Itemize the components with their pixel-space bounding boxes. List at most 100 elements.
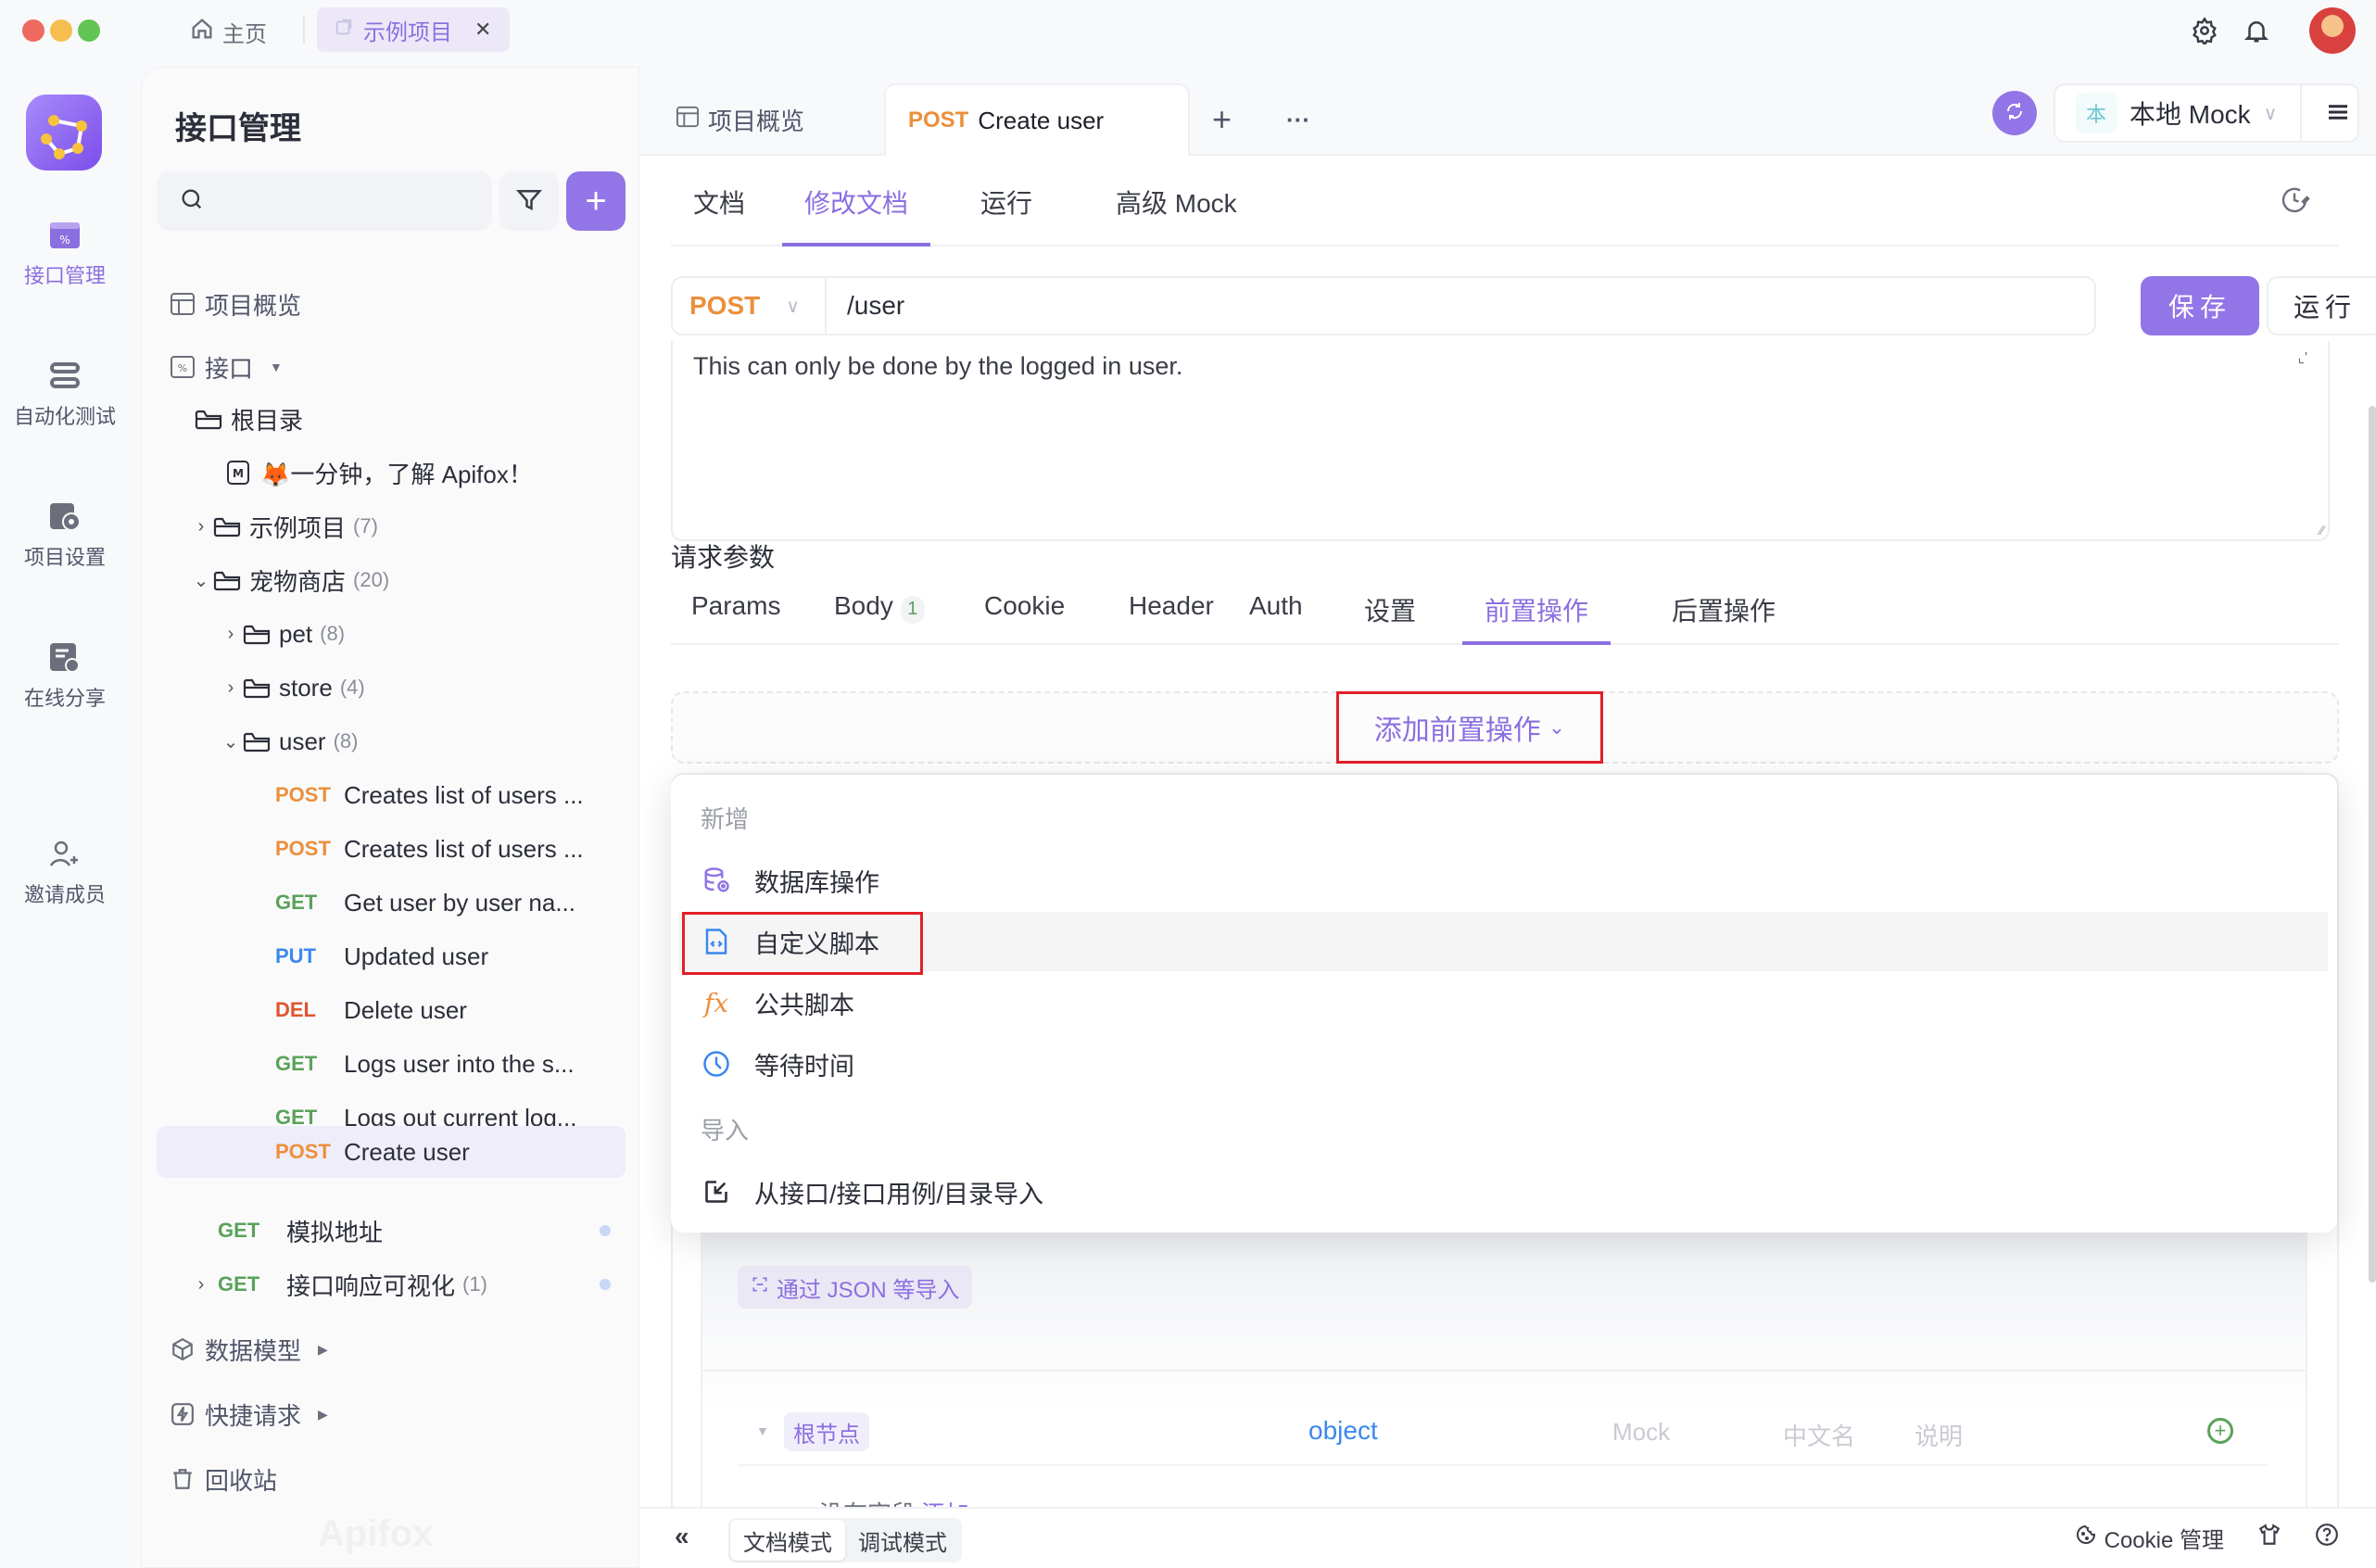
add-new-button[interactable]: + xyxy=(566,171,626,231)
import-json-button[interactable]: 通过 JSON 等导入 xyxy=(738,1266,973,1309)
add-field-icon[interactable]: + xyxy=(2207,1418,2233,1444)
ptab-cookie[interactable]: Cookie xyxy=(984,591,1065,645)
doc-mode-button[interactable]: 文档模式 xyxy=(730,1520,845,1561)
url-path-input[interactable] xyxy=(827,291,2094,321)
ptab-post-processors[interactable]: 后置操作 xyxy=(1672,591,1776,645)
sidebar-item-project-overview[interactable]: 项目概览 xyxy=(157,279,626,329)
endpoint-row-response-viz[interactable]: › GET 接口响应可视化 (1) xyxy=(157,1259,626,1309)
close-tab-icon[interactable]: ✕ xyxy=(474,18,491,42)
add-pre-processor-button[interactable]: 添加前置操作 ⌄ xyxy=(1336,691,1603,764)
home-tab[interactable]: 主页 xyxy=(189,11,267,52)
menu-item-custom-script[interactable]: 自定义脚本 xyxy=(678,912,2328,971)
chevron-right-icon[interactable]: › xyxy=(190,1274,212,1296)
chevron-down-icon[interactable]: ⌄ xyxy=(220,730,242,753)
sync-button[interactable] xyxy=(1992,91,2037,135)
expand-icon[interactable]: ⌞' xyxy=(2297,348,2307,367)
new-tab-button[interactable]: + xyxy=(1212,83,1232,156)
history-icon[interactable] xyxy=(2278,183,2311,221)
run-button[interactable]: 运行 xyxy=(2267,276,2376,335)
collapse-triangle-icon[interactable]: ▼ xyxy=(756,1423,769,1438)
tab-project-overview[interactable]: 项目概览 xyxy=(676,83,804,156)
endpoint-row[interactable]: POST Creates list of users ... xyxy=(157,824,626,874)
ptab-pre-processors[interactable]: 前置操作 xyxy=(1462,591,1611,645)
subtab-doc[interactable]: 文档 xyxy=(693,183,745,247)
help-icon[interactable] xyxy=(2315,1523,2339,1553)
tree-folder-user[interactable]: ⌄ user (8) xyxy=(157,716,626,766)
endpoint-row[interactable]: GET Get user by user na... xyxy=(157,878,626,928)
root-type[interactable]: object xyxy=(1308,1416,1378,1446)
sidebar-item-data-model[interactable]: 数据模型 ▶ xyxy=(157,1324,626,1374)
tree-folder-store[interactable]: › store (4) xyxy=(157,663,626,713)
caret-right-icon[interactable]: ▶ xyxy=(318,1407,328,1423)
caret-right-icon[interactable]: ▶ xyxy=(318,1342,328,1358)
minimize-window-button[interactable] xyxy=(50,19,72,42)
menu-item-database[interactable]: 数据库操作 xyxy=(678,851,2328,910)
ptab-auth[interactable]: Auth xyxy=(1249,591,1303,645)
ptab-settings[interactable]: 设置 xyxy=(1364,591,1416,645)
cn-name-column-placeholder[interactable]: 中文名 xyxy=(1783,1418,1855,1452)
environment-select[interactable]: 本 本地 Mock ∨ xyxy=(2054,83,2359,143)
search-input[interactable] xyxy=(216,189,475,213)
tree-folder-pet[interactable]: › pet (8) xyxy=(157,609,626,659)
endpoint-row-mock-address[interactable]: GET 模拟地址 xyxy=(157,1206,626,1256)
notification-bell-icon[interactable] xyxy=(2241,15,2272,46)
rail-item-automation[interactable]: 自动化测试 xyxy=(0,360,130,430)
theme-shirt-icon[interactable] xyxy=(2257,1523,2281,1553)
ptab-header[interactable]: Header xyxy=(1129,591,1214,645)
caret-down-icon[interactable]: ▼ xyxy=(270,360,283,374)
chevron-right-icon[interactable]: › xyxy=(220,624,242,645)
chevron-right-icon[interactable]: › xyxy=(190,516,212,537)
maximize-window-button[interactable] xyxy=(78,19,100,42)
menu-item-public-script[interactable]: fx 公共脚本 xyxy=(678,973,2328,1032)
endpoint-row-selected[interactable]: POST Create user xyxy=(157,1126,626,1178)
rail-item-api-management[interactable]: % 接口管理 xyxy=(0,219,130,289)
sidebar-item-api[interactable]: % 接口 ▼ xyxy=(157,342,626,392)
main-scrollbar[interactable] xyxy=(2369,406,2376,1283)
tree-root-folder[interactable]: 根目录 xyxy=(157,394,626,444)
endpoint-row[interactable]: POST Creates list of users ... xyxy=(157,770,626,820)
subtab-advanced-mock[interactable]: 高级 Mock xyxy=(1116,183,1237,247)
tree-doc-item[interactable]: M 🦊一分钟，了解 Apifox！ xyxy=(157,448,626,498)
tree-folder-example[interactable]: › 示例项目 (7) xyxy=(157,501,626,551)
ptab-body[interactable]: Body 1 xyxy=(834,591,925,645)
chevron-right-icon[interactable]: › xyxy=(220,677,242,699)
menu-item-import-from-api[interactable]: 从接口/接口用例/目录导入 xyxy=(678,1162,2328,1221)
ptab-params[interactable]: Params xyxy=(691,591,780,645)
description-textarea[interactable]: This can only be done by the logged in u… xyxy=(671,341,2330,541)
mock-column-placeholder[interactable]: Mock xyxy=(1612,1418,1670,1447)
desc-column-placeholder[interactable]: 说明 xyxy=(1915,1418,1963,1452)
endpoint-row[interactable]: PUT Updated user xyxy=(157,931,626,981)
collapse-sidebar-button[interactable]: « xyxy=(675,1522,689,1551)
root-node-label[interactable]: 根节点 xyxy=(784,1412,869,1451)
tree-count: (8) xyxy=(320,622,346,645)
sidebar-search[interactable] xyxy=(157,171,492,231)
method-select[interactable]: POST ∨ xyxy=(673,278,827,334)
filter-button[interactable] xyxy=(499,171,559,231)
subtab-edit-doc[interactable]: 修改文档 xyxy=(782,183,931,247)
settings-gear-icon[interactable] xyxy=(2189,15,2220,46)
debug-mode-button[interactable]: 调试模式 xyxy=(845,1520,960,1561)
rail-item-invite-member[interactable]: 邀请成员 xyxy=(0,838,130,908)
hamburger-menu-icon[interactable] xyxy=(2324,98,2352,131)
sidebar-item-recycle-bin[interactable]: 回收站 xyxy=(157,1454,626,1504)
resize-handle-icon[interactable]: ⁄⁄ xyxy=(2319,523,2324,537)
save-button[interactable]: 保存 xyxy=(2141,276,2259,335)
tree-count: (4) xyxy=(339,676,365,699)
endpoint-row[interactable]: DEL Delete user xyxy=(157,985,626,1035)
project-tab[interactable]: 示例项目 ✕ xyxy=(317,7,510,52)
rail-item-online-share[interactable]: 在线分享 xyxy=(0,641,130,712)
user-avatar[interactable] xyxy=(2309,7,2356,54)
sidebar-item-quick-request[interactable]: 快捷请求 ▶ xyxy=(157,1389,626,1439)
rail-item-label: 在线分享 xyxy=(23,687,106,710)
subtab-run[interactable]: 运行 xyxy=(980,183,1032,247)
close-window-button[interactable] xyxy=(22,19,44,42)
menu-item-wait-time[interactable]: 等待时间 xyxy=(678,1034,2328,1094)
cookie-management-button[interactable]: Cookie 管理 xyxy=(2075,1522,2224,1554)
tree-count: (1) xyxy=(462,1272,487,1296)
tab-create-user[interactable]: POST Create user xyxy=(884,83,1190,156)
chevron-down-icon[interactable]: ⌄ xyxy=(190,569,212,592)
rail-item-project-settings[interactable]: 项目设置 xyxy=(0,500,130,571)
tree-folder-petstore[interactable]: ⌄ 宠物商店 (20) xyxy=(157,555,626,605)
more-tabs-button[interactable]: ··· xyxy=(1286,83,1310,156)
endpoint-row[interactable]: GET Logs user into the s... xyxy=(157,1039,626,1089)
